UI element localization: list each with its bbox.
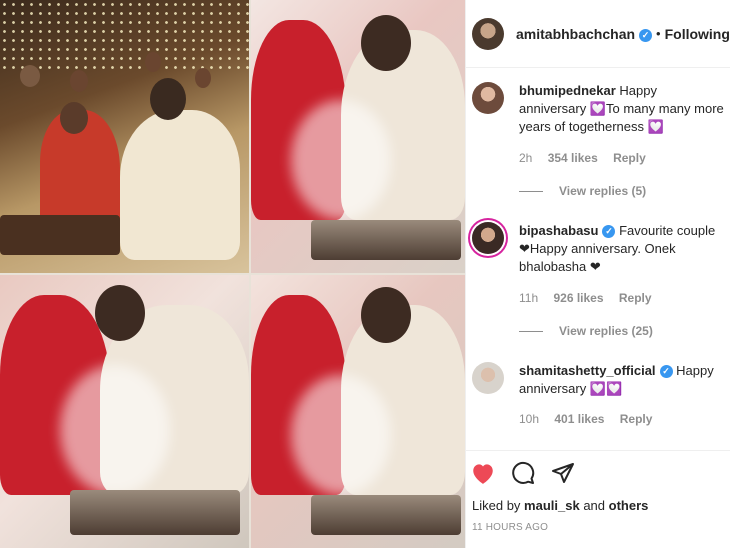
post-timestamp[interactable]: 11 HOURS AGO: [472, 522, 548, 533]
action-icons: [470, 461, 576, 485]
commenter-username[interactable]: bipashabasu ✓: [519, 223, 616, 238]
string-lights-decoration: [0, 0, 249, 70]
liked-and: and: [583, 498, 606, 513]
author-avatar[interactable]: [472, 17, 504, 50]
comment-likes[interactable]: 401 likes: [554, 412, 604, 426]
verified-badge-icon: ✓: [659, 365, 673, 378]
verified-badge-icon: ✓: [602, 225, 616, 238]
commenter-avatar[interactable]: [472, 222, 504, 254]
comment-meta: 2h 354 likes Reply: [519, 151, 658, 165]
post-side-panel: amitabhbachchan ✓ • Following bhumipednek…: [465, 0, 730, 548]
author-username[interactable]: amitabhbachchan ✓: [516, 26, 653, 42]
post-header: amitabhbachchan ✓ • Following: [466, 0, 730, 68]
view-replies-label: View replies (25): [559, 324, 653, 338]
liked-by-text: Liked by mauli_sk and others: [472, 498, 648, 513]
replies-line: [519, 190, 543, 192]
post-actions: Liked by mauli_sk and others 11 HOURS AG…: [466, 450, 730, 548]
comment-text-block: bhumipednekar Happy anniversary 💟To many…: [519, 82, 725, 136]
comment-meta: 11h 926 likes Reply: [519, 291, 664, 305]
comment-likes[interactable]: 354 likes: [548, 151, 598, 165]
commenter-avatar[interactable]: [472, 82, 504, 114]
reply-button[interactable]: Reply: [619, 291, 652, 305]
commenter-avatar[interactable]: [472, 362, 504, 394]
reply-button[interactable]: Reply: [613, 151, 646, 165]
comment-time[interactable]: 11h: [519, 291, 538, 305]
comment-time[interactable]: 10h: [519, 412, 539, 426]
photo-tile-ceremony-crowd: [0, 0, 249, 273]
photo-tile-ritual-closeup-1: [251, 0, 465, 273]
liked-prefix: Liked by: [472, 498, 521, 513]
comment-item: bipashabasu ✓ Favourite couple ❤Happy ann…: [466, 222, 730, 276]
share-icon[interactable]: [550, 461, 576, 485]
comment-item: shamitashetty_official ✓ Happy anniversar…: [466, 362, 730, 398]
comment-icon[interactable]: [510, 461, 536, 485]
comment-time[interactable]: 2h: [519, 151, 532, 165]
post-image[interactable]: [0, 0, 465, 548]
photo-tile-ritual-closeup-3: [251, 275, 465, 548]
comment-likes[interactable]: 926 likes: [553, 291, 603, 305]
comment-meta: 10h 401 likes Reply: [519, 412, 664, 426]
replies-line: [519, 330, 543, 332]
commenter-username[interactable]: bhumipednekar: [519, 83, 616, 98]
liked-user[interactable]: mauli_sk: [524, 498, 580, 513]
comment-item: bhumipednekar Happy anniversary 💟To many…: [466, 82, 730, 136]
following-button[interactable]: Following: [665, 26, 730, 42]
view-replies-button[interactable]: View replies (25): [519, 324, 653, 338]
view-replies-button[interactable]: View replies (5): [519, 184, 646, 198]
verified-badge-icon: ✓: [639, 28, 653, 42]
comment-text-block: shamitashetty_official ✓ Happy anniversar…: [519, 362, 725, 398]
heart-icon[interactable]: [470, 461, 496, 485]
liked-others[interactable]: others: [609, 498, 649, 513]
view-replies-label: View replies (5): [559, 184, 647, 198]
commenter-username[interactable]: shamitashetty_official ✓: [519, 363, 673, 378]
comment-text-block: bipashabasu ✓ Favourite couple ❤Happy ann…: [519, 222, 725, 276]
reply-button[interactable]: Reply: [620, 412, 653, 426]
separator-dot: •: [656, 26, 661, 41]
photo-tile-ritual-closeup-2: [0, 275, 249, 548]
